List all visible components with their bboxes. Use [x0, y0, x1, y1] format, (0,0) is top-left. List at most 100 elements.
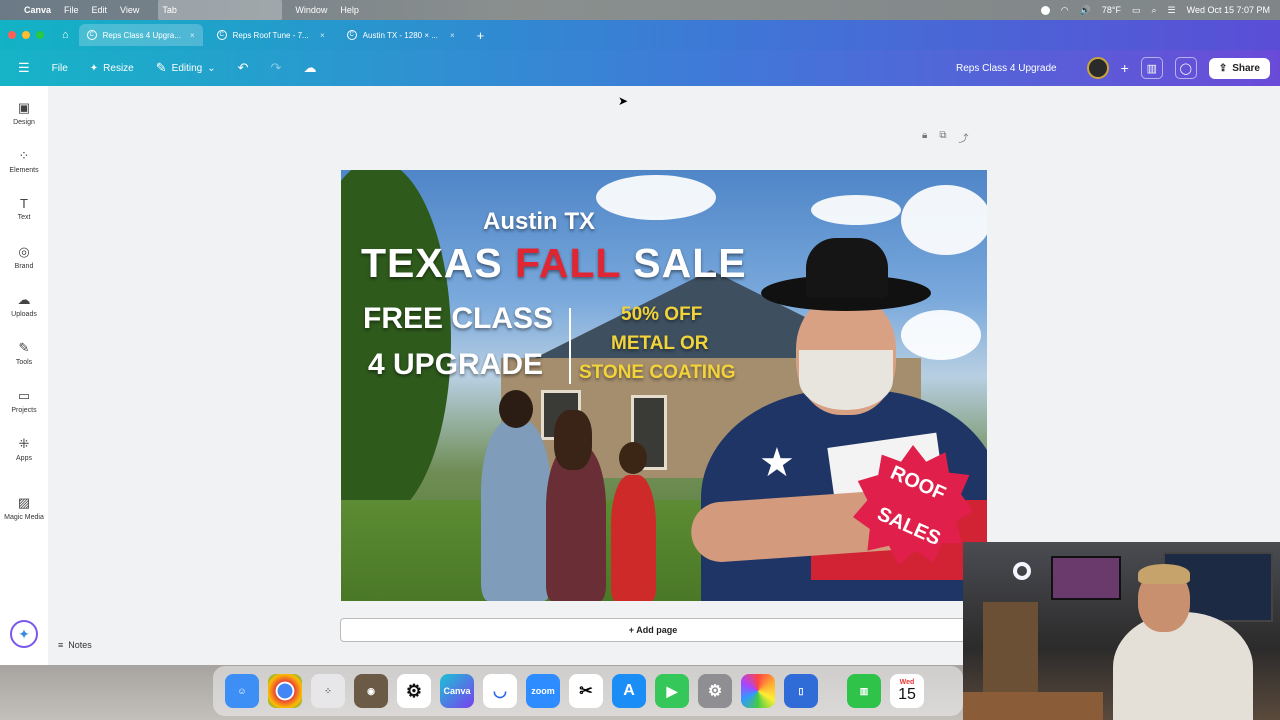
calendar-icon[interactable]: Wed 15: [890, 674, 924, 708]
free-class-text[interactable]: FREE CLASS: [363, 302, 553, 336]
save-status-button[interactable]: ☁: [303, 60, 316, 76]
metal-text[interactable]: METAL OR: [611, 333, 708, 355]
share-button[interactable]: ⇪ Share: [1208, 57, 1270, 79]
photos-icon[interactable]: [741, 674, 775, 708]
sidebar-item-tools[interactable]: ✎ Tools: [0, 340, 48, 366]
canva-icon[interactable]: Canva: [440, 674, 474, 708]
menu-view[interactable]: View: [120, 5, 139, 15]
menu-app-name[interactable]: Canva: [24, 5, 51, 15]
menu-window[interactable]: Window: [295, 5, 327, 15]
elements-icon: ⁘: [18, 148, 30, 163]
insights-button[interactable]: ▥: [1140, 57, 1163, 79]
datetime[interactable]: Wed Oct 15 7:07 PM: [1187, 5, 1270, 15]
cowboy-hat-crown: [806, 238, 888, 298]
new-tab-button[interactable]: +: [477, 28, 485, 43]
file-menu-button[interactable]: File: [52, 63, 68, 74]
search-icon[interactable]: ⌕: [1152, 5, 1157, 16]
sidebar: ▣ Design ⁘ Elements T Text ◎ Brand ☁ Uploads …: [0, 86, 48, 665]
magic-assistant-button[interactable]: ✦: [10, 620, 38, 648]
calendar-date: 15: [898, 685, 916, 703]
editing-label: Editing: [171, 62, 203, 74]
sidebar-item-elements[interactable]: ⁘ Elements: [0, 148, 48, 174]
wifi-icon[interactable]: ◠: [1061, 5, 1069, 16]
stone-coating-text[interactable]: STONE COATING: [579, 362, 736, 384]
tab-title: Reps Roof Tune - 7...: [232, 30, 309, 40]
finder-icon[interactable]: ☺: [225, 674, 259, 708]
resize-button[interactable]: ✦ Resize: [90, 63, 134, 74]
home-icon[interactable]: ⌂: [62, 29, 69, 41]
headline-sale[interactable]: TEXAS FALL SALE: [361, 240, 747, 287]
app-icon[interactable]: ◉: [354, 674, 388, 708]
badge-line: SALES: [873, 502, 944, 551]
minimize-window-button[interactable]: [22, 31, 30, 39]
presenter-body: [1113, 612, 1253, 720]
pencil-icon: ✎: [155, 60, 167, 75]
record-icon[interactable]: [1040, 5, 1050, 15]
lock-icon[interactable]: 🔒︎: [922, 130, 927, 145]
add-page-icon[interactable]: ⤴: [958, 130, 968, 145]
sidebar-item-projects[interactable]: ▭ Projects: [0, 388, 48, 414]
editing-mode-button[interactable]: ✎ Editing ⌄: [156, 60, 216, 76]
control-center-icon[interactable]: ☰: [1168, 5, 1176, 16]
sidebar-item-text[interactable]: T Text: [0, 196, 48, 221]
tab-reps-roof-tune[interactable]: C Reps Roof Tune - 7... ×: [209, 24, 333, 46]
tab-bar: ⌂ C Reps Class 4 Upgra... × C Reps Roof …: [0, 20, 1280, 50]
comment-icon: ◯: [1179, 62, 1192, 75]
app-store-icon[interactable]: A: [612, 674, 646, 708]
bar-chart-icon: ▥: [1146, 62, 1158, 75]
close-window-button[interactable]: [8, 31, 16, 39]
discount-text[interactable]: 50% OFF: [621, 304, 702, 326]
battery-icon[interactable]: ▭: [1132, 5, 1141, 16]
sidebar-item-uploads[interactable]: ☁ Uploads: [0, 292, 48, 318]
sidebar-label: Design: [13, 119, 35, 126]
father-figure: [481, 420, 551, 601]
menu-edit[interactable]: Edit: [92, 5, 108, 15]
design-canvas[interactable]: ★ Austin TX TEXAS FALL SALE FREE CLASS 4…: [341, 170, 987, 601]
sidebar-item-design[interactable]: ▣ Design: [0, 100, 48, 126]
sidebar-item-magic-media[interactable]: ▨ Magic Media: [0, 495, 48, 521]
zoom-icon[interactable]: zoom: [526, 674, 560, 708]
add-page-button[interactable]: + Add page: [340, 618, 966, 642]
close-tab-icon[interactable]: ×: [190, 31, 195, 40]
volume-icon[interactable]: 🔊: [1080, 5, 1091, 16]
sidebar-label: Uploads: [11, 311, 37, 318]
upgrade-text[interactable]: 4 UPGRADE: [368, 348, 543, 382]
sidebar-item-apps[interactable]: ⁜ Apps: [0, 436, 48, 462]
chrome-icon[interactable]: [268, 674, 302, 708]
chatgpt-icon[interactable]: ⚙: [397, 674, 431, 708]
file-label: File: [51, 62, 68, 74]
notes-button[interactable]: ≡ Notes: [58, 640, 92, 650]
avatar[interactable]: [1086, 57, 1109, 79]
window-controls: [8, 31, 44, 39]
facetime-icon[interactable]: ▶: [655, 674, 689, 708]
simulator-icon[interactable]: ▯: [784, 674, 818, 708]
app-icon[interactable]: ◡: [483, 674, 517, 708]
tab-austin-tx[interactable]: C Austin TX - 1280 × ... ×: [339, 24, 463, 46]
close-tab-icon[interactable]: ×: [450, 31, 455, 40]
cowboy-beard: [799, 350, 893, 410]
main-menu-button[interactable]: ☰: [18, 60, 30, 76]
menu-help[interactable]: Help: [340, 5, 359, 15]
weather[interactable]: 78°F: [1102, 5, 1121, 15]
child-head: [619, 442, 647, 474]
star-icon: ★: [759, 441, 795, 485]
close-tab-icon[interactable]: ×: [320, 31, 325, 40]
presenter-hair: [1138, 564, 1190, 584]
headline-location[interactable]: Austin TX: [483, 208, 595, 236]
settings-icon[interactable]: ⚙: [698, 674, 732, 708]
zoom-window-button[interactable]: [36, 31, 44, 39]
sidebar-item-brand[interactable]: ◎ Brand: [0, 244, 48, 270]
comments-button[interactable]: ◯: [1174, 57, 1197, 79]
design-title[interactable]: Reps Class 4 Upgrade: [956, 63, 1057, 74]
duplicate-icon[interactable]: ⧉: [939, 130, 946, 145]
menu-tab[interactable]: Tab: [158, 0, 283, 21]
undo-button[interactable]: ↶: [238, 60, 249, 76]
numbers-icon[interactable]: ▥: [847, 674, 881, 708]
tab-reps-class4[interactable]: C Reps Class 4 Upgra... ×: [78, 24, 203, 46]
add-collaborator-icon[interactable]: +: [1121, 60, 1129, 76]
share-label: Share: [1232, 62, 1260, 74]
launchpad-icon[interactable]: ⁘: [311, 674, 345, 708]
redo-button[interactable]: ↷: [271, 60, 282, 76]
capcut-icon[interactable]: ✂: [569, 674, 603, 708]
menu-file[interactable]: File: [64, 5, 79, 15]
